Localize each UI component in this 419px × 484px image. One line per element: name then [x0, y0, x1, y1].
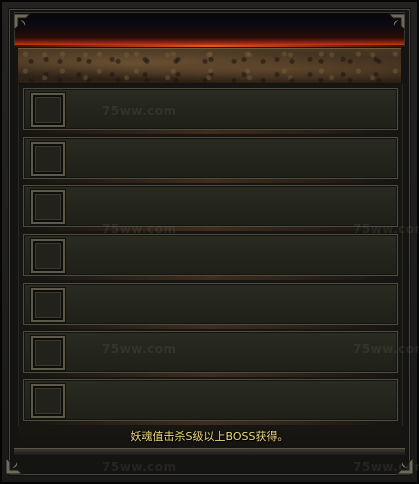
- hint-text: 妖魂值击杀S级以上BOSS获得。: [18, 426, 401, 448]
- item-slot[interactable]: [31, 142, 65, 176]
- item-slot[interactable]: [31, 93, 65, 127]
- item-slot-list: [18, 84, 403, 426]
- list-row[interactable]: [23, 88, 398, 134]
- item-slot[interactable]: [31, 336, 65, 370]
- corner-ornament-icon: [387, 448, 415, 476]
- item-slot[interactable]: [31, 384, 65, 418]
- list-row[interactable]: [23, 283, 398, 329]
- corner-ornament-icon: [12, 12, 40, 40]
- corner-ornament-icon: [379, 12, 407, 40]
- item-slot[interactable]: [31, 239, 65, 273]
- list-row[interactable]: [23, 331, 398, 377]
- list-row[interactable]: [23, 379, 398, 425]
- list-row[interactable]: [23, 185, 398, 231]
- item-slot[interactable]: [31, 288, 65, 322]
- header-stone-band: [18, 48, 401, 84]
- list-row[interactable]: [23, 137, 398, 183]
- bottom-rim: [14, 448, 405, 455]
- list-row[interactable]: [23, 234, 398, 280]
- title-bar: [14, 12, 405, 47]
- item-slot[interactable]: [31, 190, 65, 224]
- corner-ornament-icon: [4, 448, 32, 476]
